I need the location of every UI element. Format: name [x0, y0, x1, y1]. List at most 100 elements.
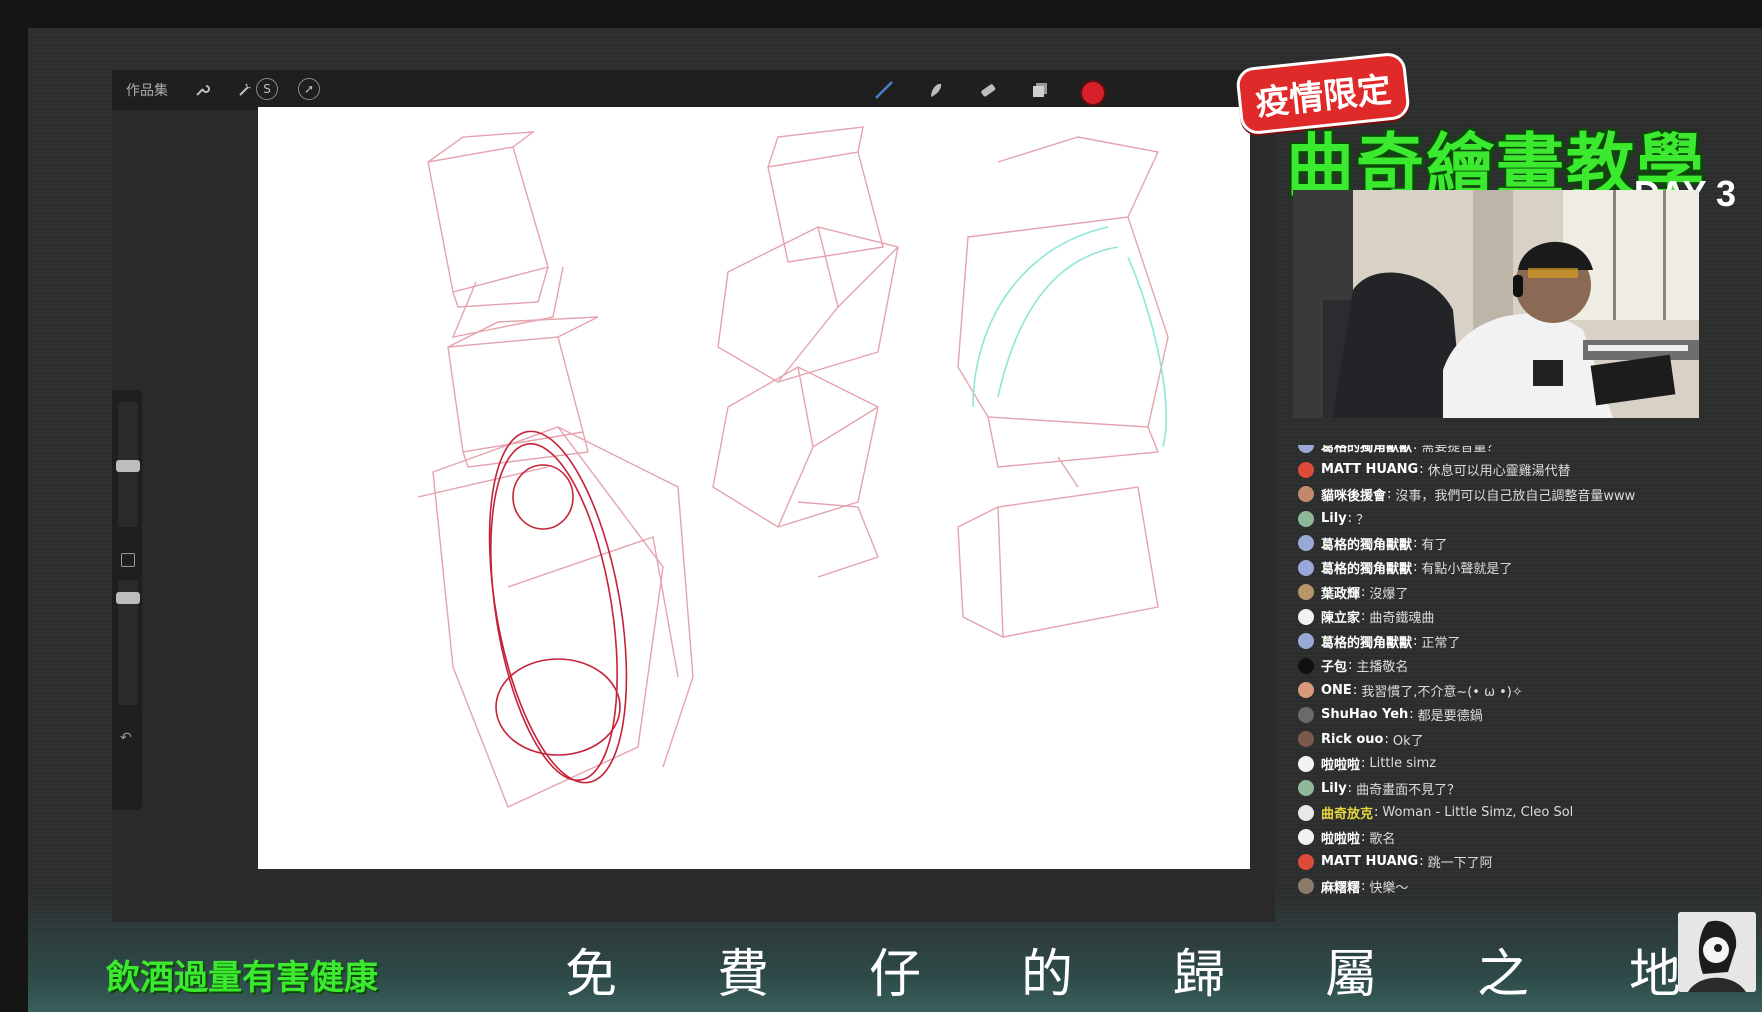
- user-avatar-icon: [1298, 608, 1314, 625]
- chat-username[interactable]: 葛格的獨角獸獸: [1321, 445, 1412, 455]
- magic-wand-icon[interactable]: [232, 78, 256, 102]
- alcohol-warning: 飲酒過量有害健康: [106, 958, 378, 998]
- chat-username[interactable]: 葉政輝: [1321, 583, 1360, 602]
- layers-icon[interactable]: [1028, 78, 1052, 102]
- chat-message: ONE: 我習慣了,不介意~(• ω •)✧: [1298, 678, 1728, 703]
- ticker-character: 費: [717, 945, 770, 1005]
- chat-username[interactable]: 啦啦啦: [1321, 754, 1360, 773]
- chat-separator: :: [1361, 756, 1366, 772]
- transform-arrow-icon[interactable]: ➚: [298, 78, 320, 100]
- chat-text: Woman - Little Simz, Cleo Sol: [1382, 805, 1574, 821]
- user-avatar-icon: [1298, 486, 1314, 503]
- chat-separator: :: [1352, 682, 1358, 698]
- chat-message: 葉政輝: 沒爆了: [1298, 580, 1728, 605]
- chat-text: 沒事，我們可以自己放自己調整音量www: [1395, 488, 1636, 504]
- ticker-character: 屬: [1325, 945, 1378, 1005]
- tool-sidebar: ↶: [112, 390, 142, 810]
- chat-separator: :: [1409, 707, 1414, 723]
- drawing-app: 作品集 S ➚ ↶: [112, 70, 1275, 922]
- chat-message: 子包: 主播敬名: [1298, 654, 1728, 679]
- channel-mascot-logo: [1678, 912, 1756, 992]
- chat-username[interactable]: MATT HUANG: [1321, 462, 1418, 477]
- user-avatar-icon: [1298, 853, 1314, 870]
- live-chat: 葛格的獨角獸獸: 需要提音量？ MATT HUANG: 休息可以用心靈雞湯代替 貓咪後援…: [1298, 445, 1728, 905]
- scrolling-ticker: 免費仔的歸屬之地: [565, 932, 1762, 1005]
- user-avatar-icon: [1298, 461, 1314, 478]
- chat-username[interactable]: 曲奇放克: [1321, 803, 1373, 822]
- user-avatar-icon: [1298, 780, 1314, 797]
- wrench-icon[interactable]: [190, 78, 214, 102]
- chat-text: Little simz: [1369, 756, 1437, 772]
- chat-message: 啦啦啦: 歌名: [1298, 825, 1728, 850]
- chat-text: 跳一下了阿: [1427, 856, 1493, 872]
- chat-username[interactable]: ShuHao Yeh: [1321, 707, 1408, 722]
- chat-text: 沒爆了: [1369, 586, 1409, 602]
- chat-separator: :: [1347, 780, 1353, 796]
- chat-message: ShuHao Yeh: 都是要德鍋: [1298, 703, 1728, 728]
- user-avatar-icon: [1298, 657, 1314, 674]
- chat-username[interactable]: 葛格的獨角獸獸: [1321, 558, 1412, 577]
- color-picker-button[interactable]: [1080, 80, 1106, 106]
- chat-username[interactable]: 子包: [1321, 656, 1347, 675]
- chat-text: 主播敬名: [1356, 660, 1409, 676]
- user-avatar-icon: [1298, 445, 1314, 454]
- eraser-icon[interactable]: [976, 78, 1000, 102]
- chat-username[interactable]: ONE: [1321, 683, 1352, 698]
- opacity-slider[interactable]: [116, 580, 140, 705]
- chat-text: 都是要德鍋: [1417, 709, 1483, 725]
- webcam-feed: [1293, 190, 1699, 418]
- chat-separator: :: [1348, 658, 1353, 674]
- chat-text: 正常了: [1421, 635, 1461, 651]
- chat-separator: :: [1361, 584, 1366, 600]
- drawing-canvas[interactable]: [258, 107, 1250, 869]
- chat-separator: :: [1347, 511, 1353, 527]
- chat-username[interactable]: MATT HUANG: [1321, 854, 1418, 869]
- chat-username[interactable]: 陳立家: [1321, 607, 1360, 626]
- brush-size-thumb[interactable]: [116, 460, 140, 472]
- opacity-thumb[interactable]: [116, 592, 140, 604]
- brush-size-slider[interactable]: [116, 402, 140, 527]
- chat-username[interactable]: Rick ouo: [1321, 732, 1383, 747]
- ticker-character: 的: [1021, 945, 1074, 1005]
- chat-message: 陳立家: 曲奇鐵魂曲: [1298, 605, 1728, 630]
- chat-separator: :: [1361, 609, 1366, 625]
- chat-message: 啦啦啦: Little simz: [1298, 752, 1728, 777]
- chat-text: ？: [1356, 513, 1370, 529]
- brush-icon[interactable]: [872, 78, 896, 102]
- chat-text: 我習慣了,不介意~(• ω •)✧: [1361, 684, 1523, 700]
- chat-text: 有點小聲就是了: [1421, 562, 1513, 578]
- chat-username[interactable]: 葛格的獨角獸獸: [1321, 534, 1412, 553]
- chat-username[interactable]: 麻糬糬: [1321, 877, 1360, 896]
- modify-button[interactable]: [121, 553, 135, 567]
- webcam-image: [1293, 190, 1699, 418]
- chat-text: Ok了: [1392, 733, 1424, 749]
- chat-text: 曲奇鐵魂曲: [1369, 611, 1435, 627]
- chat-username[interactable]: Lily: [1321, 511, 1347, 526]
- chat-text: 需要提音量？: [1421, 445, 1500, 455]
- chat-username[interactable]: Lily: [1321, 781, 1347, 796]
- chat-username[interactable]: 貓咪後援會: [1321, 485, 1386, 504]
- undo-icon[interactable]: ↶: [120, 730, 132, 746]
- chat-text: 休息可以用心靈雞湯代替: [1427, 464, 1571, 480]
- chat-message: Lily: 曲奇畫面不見了？: [1298, 776, 1728, 801]
- chat-username[interactable]: 啦啦啦: [1321, 828, 1360, 847]
- user-avatar-icon: [1298, 804, 1314, 821]
- smudge-icon[interactable]: [924, 78, 948, 102]
- chat-separator: :: [1361, 829, 1366, 845]
- chat-message: Rick ouo: Ok了: [1298, 727, 1728, 752]
- user-avatar-icon: [1298, 510, 1314, 527]
- user-avatar-icon: [1298, 559, 1314, 576]
- ticker-character: 免: [565, 945, 618, 1005]
- chat-text: 有了: [1421, 537, 1448, 553]
- selection-icon[interactable]: S: [256, 78, 278, 100]
- gallery-button[interactable]: 作品集: [126, 80, 168, 100]
- chat-message: Lily:？: [1298, 507, 1728, 532]
- user-avatar-icon: [1298, 878, 1314, 895]
- user-avatar-icon: [1298, 535, 1314, 552]
- chat-message: 葛格的獨角獸獸: 有點小聲就是了: [1298, 556, 1728, 581]
- chat-separator: :: [1374, 805, 1379, 821]
- chat-separator: :: [1387, 486, 1392, 502]
- user-avatar-icon: [1298, 755, 1314, 772]
- chat-message: 葛格的獨角獸獸: 需要提音量？: [1298, 445, 1728, 458]
- chat-username[interactable]: 葛格的獨角獸獸: [1321, 632, 1412, 651]
